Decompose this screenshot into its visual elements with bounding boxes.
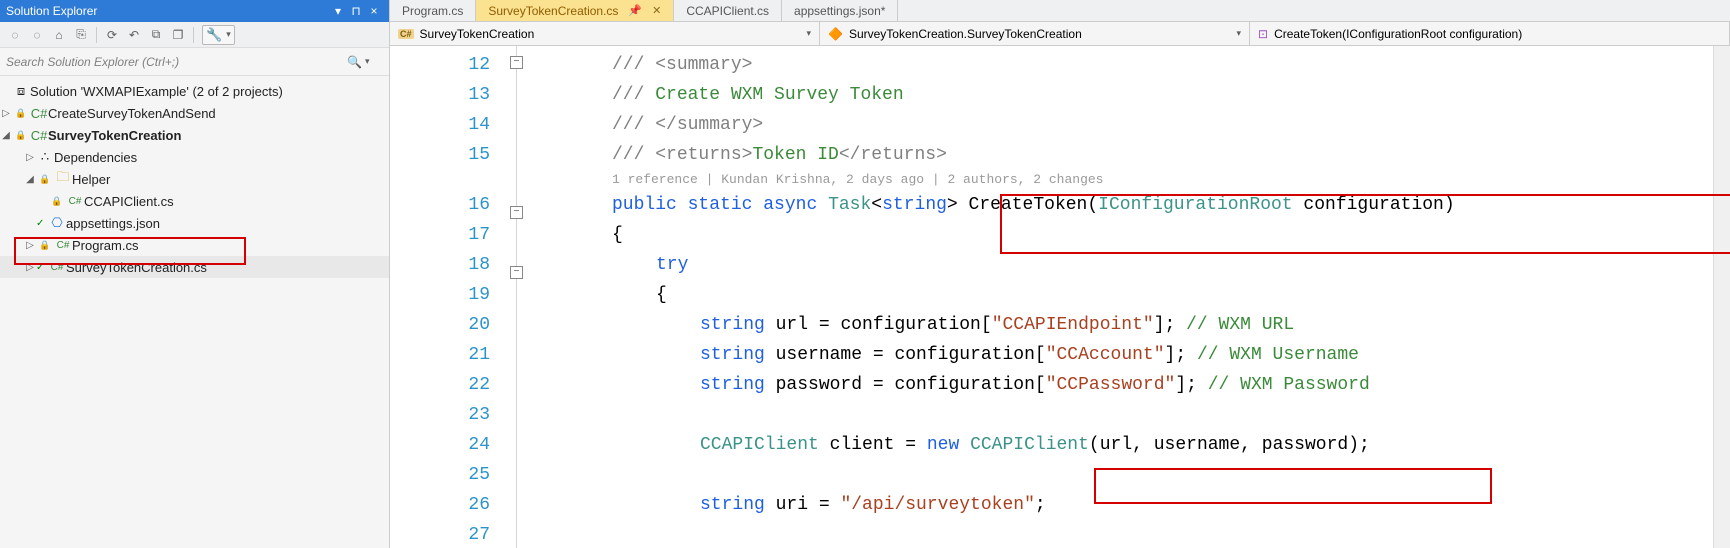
lock-icon: 🔒 xyxy=(12,130,30,141)
lock-icon: 🔒 xyxy=(12,108,30,119)
show-all-files-icon[interactable]: ❐ xyxy=(167,24,189,46)
search-placeholder: Search Solution Explorer (Ctrl+;) xyxy=(6,55,347,69)
close-icon[interactable]: × xyxy=(365,4,383,18)
solution-explorer-search[interactable]: Search Solution Explorer (Ctrl+;) 🔍 ▾ xyxy=(0,48,389,76)
solution-explorer-title: Solution Explorer xyxy=(6,4,329,18)
solution-explorer-panel: Solution Explorer ▾ ⊓ × ◌ ◌ ⌂ ⎘ ⟳ ↶ ⧉ ❐ … xyxy=(0,0,390,548)
chevron-down-icon: ▾ xyxy=(806,28,811,39)
fold-toggle[interactable]: − xyxy=(510,56,523,69)
lock-icon: 🔒 xyxy=(36,240,54,251)
tab-appsettings[interactable]: appsettings.json* xyxy=(782,0,898,21)
solution-icon: ⧈ xyxy=(12,83,30,99)
chevron-down-icon[interactable]: ▾ xyxy=(365,56,383,67)
code-editor[interactable]: 12131415 161718192021222324252627 − − − … xyxy=(390,46,1730,548)
refresh-icon[interactable]: ↶ xyxy=(123,24,145,46)
collapse-all-icon[interactable]: ⧉ xyxy=(145,24,167,46)
expand-icon[interactable]: ▷ xyxy=(24,240,36,251)
toggle-view-icon[interactable]: ⎘ xyxy=(70,24,92,46)
home-icon[interactable]: ⌂ xyxy=(48,24,70,46)
folder-node[interactable]: ◢ 🔒 🗀 Helper xyxy=(0,168,389,190)
fold-toggle[interactable]: − xyxy=(510,206,523,219)
vertical-scrollbar[interactable] xyxy=(1713,46,1730,548)
pin-icon[interactable]: ⊓ xyxy=(347,4,365,18)
lock-icon: 🔒 xyxy=(36,174,54,185)
dependencies-node[interactable]: ▷ ∴ Dependencies xyxy=(0,146,389,168)
tab-program[interactable]: Program.cs xyxy=(390,0,476,21)
properties-button[interactable]: 🔧 ▾ xyxy=(202,25,235,45)
editor-panel: Program.cs SurveyTokenCreation.cs 📌 ✕ CC… xyxy=(390,0,1730,548)
tab-ccapiclient[interactable]: CCAPIClient.cs xyxy=(674,0,782,21)
close-icon[interactable]: ✕ xyxy=(652,4,661,17)
code-navigation-bar: C# SurveyTokenCreation ▾ 🔶 SurveyTokenCr… xyxy=(390,22,1730,46)
csharp-file-icon: C# xyxy=(48,262,66,273)
tab-surveytokencreation[interactable]: SurveyTokenCreation.cs 📌 ✕ xyxy=(476,0,674,21)
project-node[interactable]: ▷ 🔒 C# CreateSurveyTokenAndSend xyxy=(0,102,389,124)
csharp-icon: C# xyxy=(398,29,414,39)
separator xyxy=(193,27,194,43)
pin-icon[interactable]: 📌 xyxy=(628,4,642,17)
expand-icon[interactable]: ▷ xyxy=(24,262,36,273)
file-node[interactable]: ▷ 🔒 C# Program.cs xyxy=(0,234,389,256)
expand-icon[interactable]: ▷ xyxy=(0,108,12,119)
wrench-icon: 🔧 xyxy=(206,27,222,43)
fold-toggle[interactable]: − xyxy=(510,266,523,279)
csproj-icon: C# xyxy=(30,128,48,143)
search-icon[interactable]: 🔍 xyxy=(347,55,365,69)
method-dropdown[interactable]: ⊡ CreateToken(IConfigurationRoot configu… xyxy=(1250,22,1730,45)
forward-icon[interactable]: ◌ xyxy=(26,24,48,46)
csproj-icon: C# xyxy=(30,106,48,121)
dropdown-icon[interactable]: ▾ xyxy=(329,4,347,18)
collapse-icon[interactable]: ◢ xyxy=(24,174,36,185)
check-icon: ✓ xyxy=(36,218,48,229)
code-content[interactable]: /// <summary> /// Create WXM Survey Toke… xyxy=(528,46,1713,548)
json-file-icon: ⎔ xyxy=(48,215,66,231)
project-node[interactable]: ◢ 🔒 C# SurveyTokenCreation xyxy=(0,124,389,146)
csharp-file-icon: C# xyxy=(54,240,72,251)
expand-icon[interactable]: ▷ xyxy=(24,152,36,163)
separator xyxy=(96,27,97,43)
chevron-down-icon: ▾ xyxy=(1236,28,1241,39)
file-node-selected[interactable]: ▷ ✓ C# SurveyTokenCreation.cs xyxy=(0,256,389,278)
code-folding-column: − − − xyxy=(508,46,528,548)
collapse-icon[interactable]: ◢ xyxy=(0,130,12,141)
solution-explorer-titlebar: Solution Explorer ▾ ⊓ × xyxy=(0,0,389,22)
line-number-gutter: 12131415 161718192021222324252627 xyxy=(390,46,508,548)
class-dropdown[interactable]: 🔶 SurveyTokenCreation.SurveyTokenCreatio… xyxy=(820,22,1250,45)
solution-node[interactable]: ⧈ Solution 'WXMAPIExample' (2 of 2 proje… xyxy=(0,80,389,102)
check-icon: ✓ xyxy=(36,262,48,273)
folder-icon: 🗀 xyxy=(54,168,72,190)
solution-tree: ⧈ Solution 'WXMAPIExample' (2 of 2 proje… xyxy=(0,76,389,548)
lock-icon: 🔒 xyxy=(48,196,66,207)
namespace-dropdown[interactable]: C# SurveyTokenCreation ▾ xyxy=(390,22,820,45)
file-node[interactable]: ✓ ⎔ appsettings.json xyxy=(0,212,389,234)
back-icon[interactable]: ◌ xyxy=(4,24,26,46)
solution-explorer-toolbar: ◌ ◌ ⌂ ⎘ ⟳ ↶ ⧉ ❐ 🔧 ▾ xyxy=(0,22,389,48)
method-icon: ⊡ xyxy=(1258,27,1268,41)
dependencies-icon: ∴ xyxy=(36,149,54,165)
document-tabstrip: Program.cs SurveyTokenCreation.cs 📌 ✕ CC… xyxy=(390,0,1730,22)
csharp-file-icon: C# xyxy=(66,196,84,207)
class-icon: 🔶 xyxy=(828,27,843,41)
sync-icon[interactable]: ⟳ xyxy=(101,24,123,46)
file-node[interactable]: 🔒 C# CCAPIClient.cs xyxy=(0,190,389,212)
chevron-down-icon: ▾ xyxy=(226,29,231,40)
codelens-info[interactable]: 1 reference | Kundan Krishna, 2 days ago… xyxy=(532,170,1713,190)
